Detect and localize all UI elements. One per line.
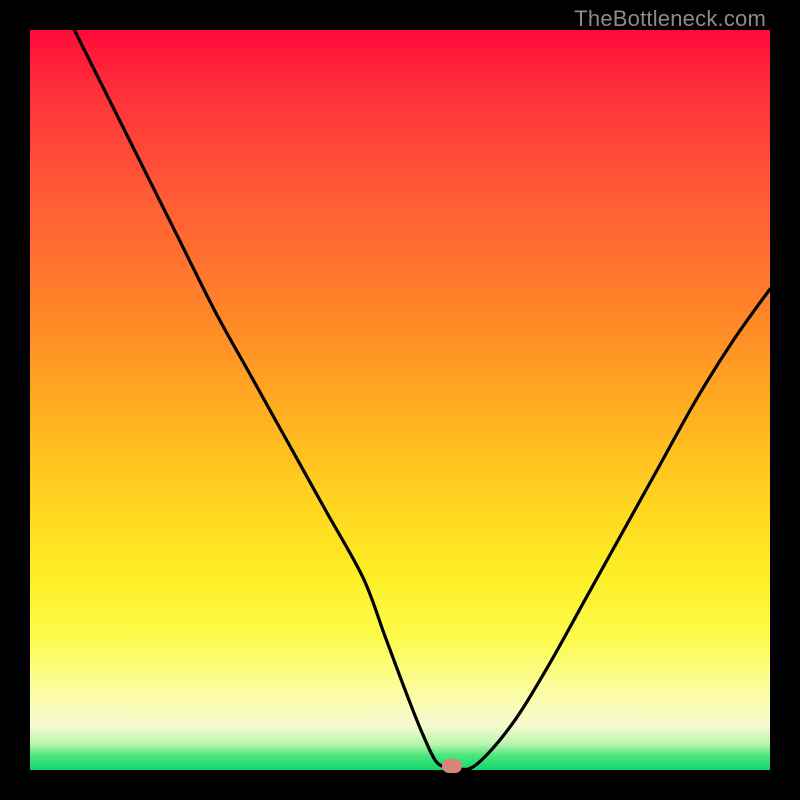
optimum-marker [442,759,462,773]
bottleneck-curve [30,30,770,770]
plot-area [30,30,770,770]
watermark-label: TheBottleneck.com [574,6,766,32]
chart-frame: TheBottleneck.com [0,0,800,800]
